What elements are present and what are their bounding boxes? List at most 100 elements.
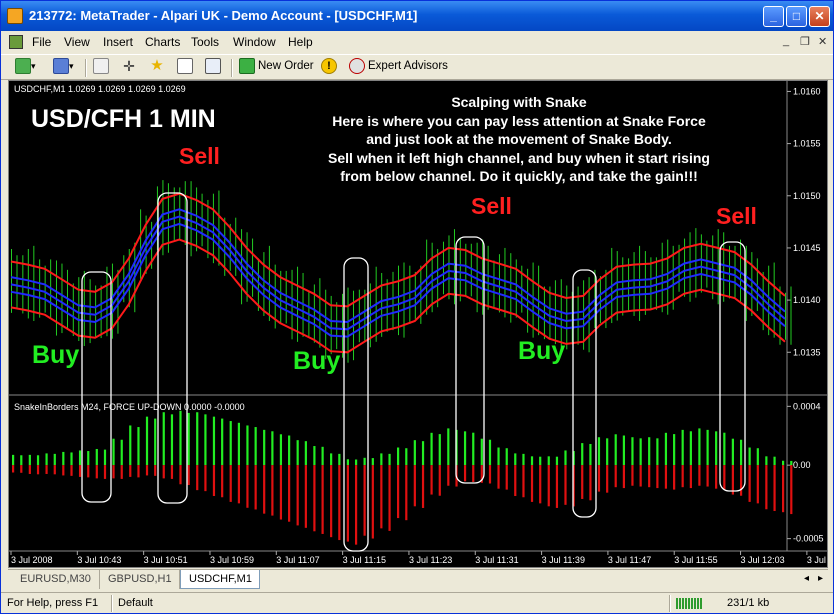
force-down-bar <box>756 465 759 504</box>
connection-bars-icon <box>676 598 702 609</box>
force-down-bar <box>346 465 349 542</box>
force-up-bar <box>648 437 651 466</box>
force-down-bar <box>129 465 132 477</box>
force-down-bar <box>196 465 199 491</box>
force-down-bar <box>120 465 123 479</box>
force-down-bar <box>271 465 274 516</box>
buy-label: Buy <box>293 347 341 375</box>
force-up-bar <box>338 453 341 466</box>
note-line: and just look at the movement of Snake B… <box>366 131 672 147</box>
menu-insert[interactable]: Insert <box>103 35 133 49</box>
force-down-bar <box>706 465 709 487</box>
status-bar: For Help, press F1 Default 231/1 kb <box>1 592 833 613</box>
force-down-bar <box>413 465 416 507</box>
force-down-bar <box>472 465 475 482</box>
menu-charts[interactable]: Charts <box>145 35 180 49</box>
force-up-bar <box>95 448 98 466</box>
force-down-bar <box>497 465 500 489</box>
force-down-bar <box>321 465 324 534</box>
time-tick-label: 3 Jul 10:43 <box>77 555 121 565</box>
tab-gbpusd-h1[interactable]: GBPUSD,H1 <box>100 570 180 589</box>
force-down-bar <box>12 465 15 473</box>
force-down-bar <box>162 465 165 479</box>
new-order-button[interactable]: New Order <box>239 58 314 78</box>
market-watch-button[interactable] <box>93 58 109 78</box>
force-up-bar <box>622 435 626 466</box>
favorites-button[interactable]: ★ <box>149 58 165 78</box>
minimize-button[interactable]: _ <box>763 6 784 27</box>
force-up-bar <box>639 438 642 466</box>
force-down-bar <box>430 465 433 495</box>
force-down-bar <box>20 465 23 473</box>
tabs-scroll-left-icon[interactable]: ◂ <box>804 573 809 584</box>
force-up-bar <box>397 447 400 466</box>
force-up-bar <box>296 440 299 466</box>
close-button[interactable]: ✕ <box>809 6 830 27</box>
menu-bar: File View Insert Charts Tools Window Hel… <box>1 31 833 53</box>
force-up-bar <box>681 429 684 466</box>
force-up-bar <box>187 412 190 466</box>
price-chart-window[interactable]: 1.0160 1.0155 1.0150 1.0145 1.0140 1.0135 0.00… <box>8 80 828 568</box>
status-divider <box>669 595 671 612</box>
profiles-button[interactable]: ▾ <box>53 58 74 78</box>
force-down-bar <box>614 465 617 488</box>
force-up-bar <box>555 456 559 466</box>
new-chart-button[interactable]: ▾ <box>15 58 36 78</box>
tester-button[interactable] <box>205 58 221 78</box>
force-up-bar <box>748 447 751 466</box>
time-tick-label: 3 Jul 12:11 <box>807 555 827 565</box>
sell-label: Sell <box>179 143 220 169</box>
force-down-bar <box>45 465 48 474</box>
force-up-bar <box>765 456 768 466</box>
force-up-bar <box>237 422 241 466</box>
menu-help[interactable]: Help <box>288 35 313 49</box>
force-up-bar <box>204 414 207 466</box>
force-down-bar <box>748 465 751 502</box>
force-down-bar <box>589 465 592 501</box>
force-down-bar <box>338 465 341 541</box>
force-up-bar <box>614 434 617 466</box>
expert-advisors-button[interactable]: Expert Advisors <box>349 58 448 78</box>
tab-eurusd-m30[interactable]: EURUSD,M30 <box>12 570 100 589</box>
chart-window-icon[interactable] <box>9 35 23 49</box>
child-minimize-icon[interactable]: _ <box>783 35 789 47</box>
tabs-scroll-right-icon[interactable]: ▸ <box>818 573 823 584</box>
title-bar[interactable]: 213772: MetaTrader - Alpari UK - Demo Ac… <box>1 1 833 31</box>
alert-button[interactable]: ! <box>321 58 337 78</box>
force-down-bar <box>254 465 257 510</box>
menu-tools[interactable]: Tools <box>191 35 219 49</box>
force-down-bar <box>95 465 98 479</box>
menu-file[interactable]: File <box>32 35 51 49</box>
force-up-bar <box>70 452 73 466</box>
note-line: Here is where you can pay less attention… <box>332 112 706 129</box>
maximize-button[interactable]: □ <box>786 6 807 27</box>
force-up-bar <box>36 455 40 466</box>
child-restore-icon[interactable]: ❐ <box>800 35 810 48</box>
force-up-bar <box>539 456 542 466</box>
time-tick-label: 3 Jul 11:15 <box>343 555 386 565</box>
force-down-bar <box>522 465 525 498</box>
force-up-bar <box>87 451 90 466</box>
force-down-bar <box>313 465 316 532</box>
force-up-bar <box>112 438 115 466</box>
note-line: Sell when it left high channel, and buy … <box>328 149 710 166</box>
strategy-note: Scalping with Snake Here is where you ca… <box>299 93 739 186</box>
child-close-icon[interactable]: ✕ <box>818 35 827 48</box>
navigator-button[interactable]: ✛ <box>121 58 137 78</box>
menu-window[interactable]: Window <box>233 35 276 49</box>
force-up-bar <box>137 427 140 466</box>
chart-tabs: EURUSD,M30 GBPUSD,H1 USDCHF,M1 ◂ ▸ <box>8 569 828 589</box>
force-up-bar <box>313 446 316 466</box>
force-down-bar <box>137 465 140 478</box>
force-down-bar <box>78 465 82 477</box>
force-down-bar <box>212 465 216 497</box>
force-up-bar <box>196 412 199 466</box>
terminal-button[interactable] <box>177 58 193 78</box>
tab-usdchf-m1[interactable]: USDCHF,M1 <box>180 570 260 589</box>
force-down-bar <box>279 465 283 520</box>
force-down-bar <box>112 465 115 479</box>
force-down-bar <box>673 465 676 490</box>
force-down-bar <box>263 465 266 514</box>
menu-view[interactable]: View <box>64 35 90 49</box>
force-down-bar <box>698 465 701 486</box>
